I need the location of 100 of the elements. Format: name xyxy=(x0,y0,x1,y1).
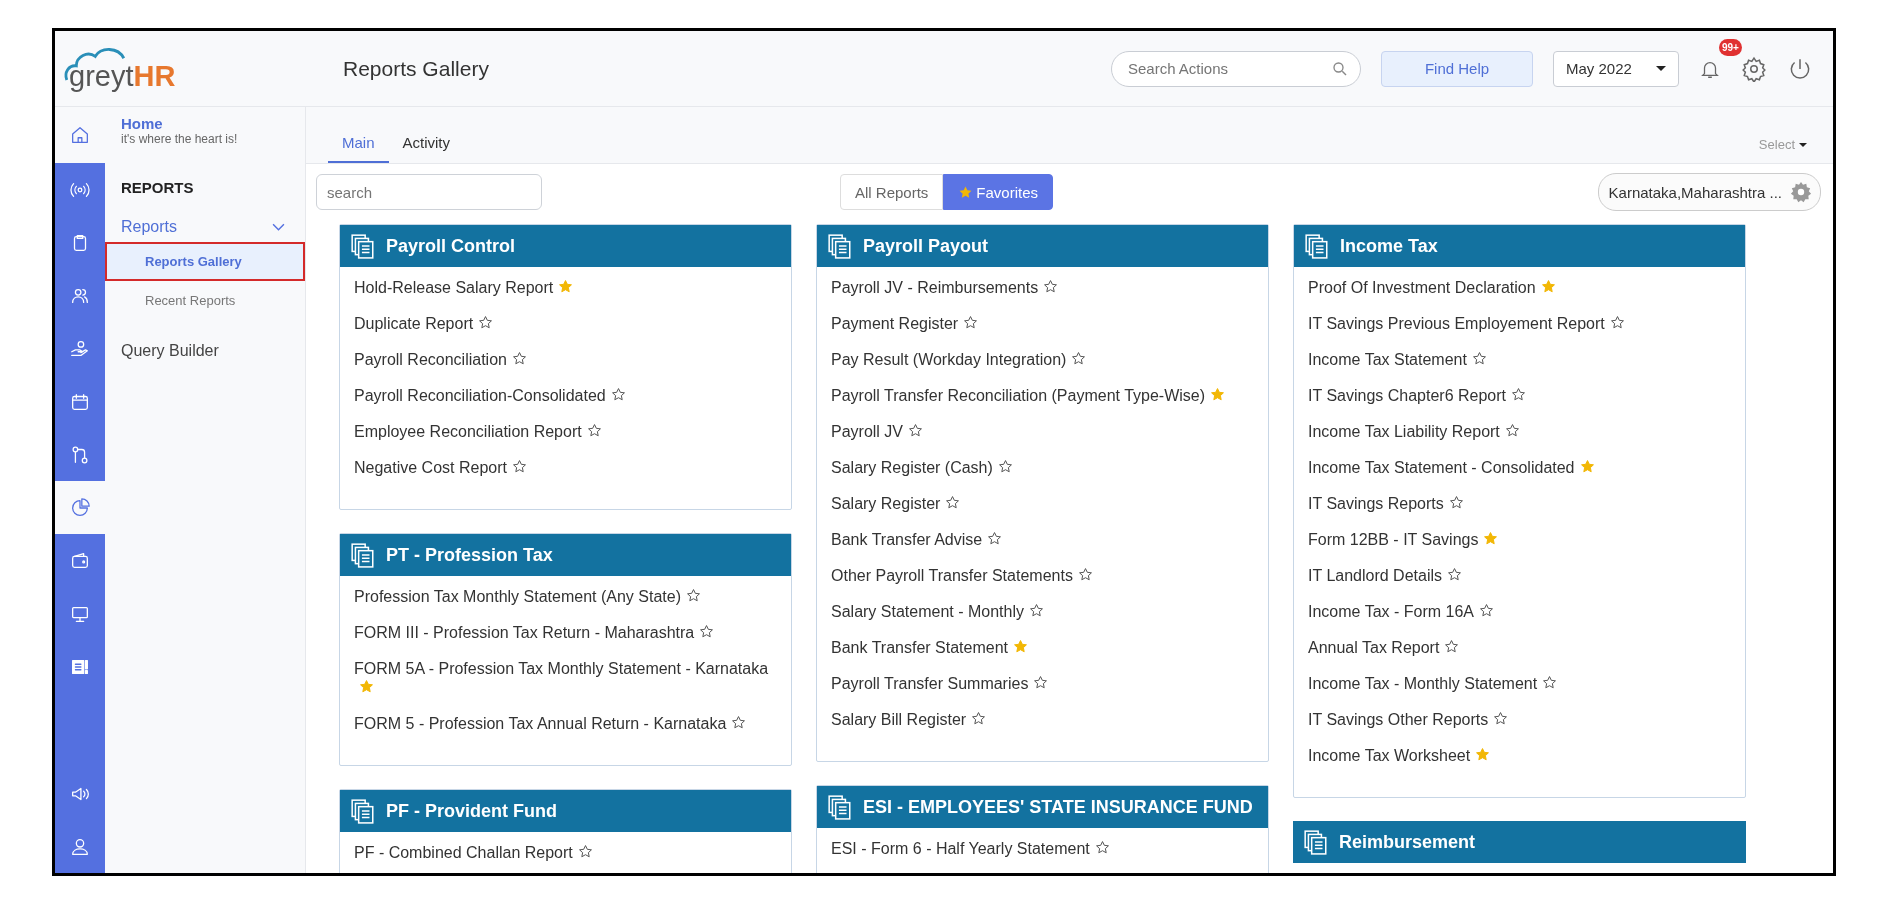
home-icon xyxy=(69,124,91,146)
report-link[interactable]: Payroll Reconciliation xyxy=(354,351,527,368)
star-outline-icon[interactable] xyxy=(1447,567,1462,582)
report-search-field[interactable]: search xyxy=(316,174,542,210)
documents-icon xyxy=(1304,232,1330,260)
home-link[interactable]: Home xyxy=(121,115,305,132)
home-subtitle: it's where the heart is! xyxy=(121,132,239,146)
report-link[interactable]: Negative Cost Report xyxy=(354,459,527,476)
settings-icon[interactable] xyxy=(1790,181,1812,203)
star-outline-icon[interactable] xyxy=(1094,840,1110,855)
report-link[interactable]: Salary Register (Cash) xyxy=(831,459,1013,476)
filled-star-icon[interactable] xyxy=(1579,459,1595,474)
star-outline-icon[interactable] xyxy=(1504,423,1520,438)
filled-star-icon[interactable] xyxy=(359,679,374,694)
report-link[interactable]: Duplicate Report xyxy=(354,315,494,332)
pie-chart-icon xyxy=(69,496,91,519)
report-link[interactable]: Employee Reconciliation Report xyxy=(354,423,602,440)
star-outline-icon[interactable] xyxy=(478,315,494,330)
star-outline-icon[interactable] xyxy=(1444,639,1460,654)
filled-star-icon[interactable] xyxy=(1210,387,1226,402)
star-outline-icon[interactable] xyxy=(1542,675,1558,690)
report-link[interactable]: Salary Bill Register xyxy=(831,711,987,728)
report-link[interactable]: FORM 5 - Profession Tax Annual Return - Karnataka xyxy=(354,715,747,732)
search-actions-field[interactable]: Search Actions xyxy=(1111,50,1361,87)
report-link[interactable]: Income Tax Liability Report xyxy=(1308,423,1520,440)
filled-star-icon[interactable] xyxy=(1475,747,1491,762)
search-icon xyxy=(1331,59,1349,78)
report-link[interactable]: Payroll JV xyxy=(831,423,924,440)
star-outline-icon[interactable] xyxy=(1033,675,1049,690)
report-link[interactable]: FORM III - Profession Tax Return - Maharashtra xyxy=(354,624,715,641)
star-outline-icon[interactable] xyxy=(997,459,1013,474)
filled-star-icon[interactable] xyxy=(1540,279,1556,294)
submenu-item[interactable]: Recent Reports xyxy=(105,281,305,320)
star-outline-icon[interactable] xyxy=(1511,387,1527,402)
report-link[interactable]: Income Tax - Monthly Statement xyxy=(1308,675,1558,692)
report-link[interactable]: Income Tax - Form 16A xyxy=(1308,603,1494,620)
star-outline-icon[interactable] xyxy=(963,315,979,330)
report-link[interactable]: Annual Tax Report xyxy=(1308,639,1460,656)
report-link[interactable]: Bank Transfer Advise xyxy=(831,531,1003,548)
report-link[interactable]: FORM 5A - Profession Tax Monthly Statement - Karnataka xyxy=(354,660,769,696)
submenu-item[interactable]: Reports Gallery xyxy=(105,242,305,281)
star-outline-icon[interactable] xyxy=(685,588,701,603)
star-outline-icon[interactable] xyxy=(908,423,924,438)
star-outline-icon[interactable] xyxy=(1077,567,1093,582)
star-outline-icon[interactable] xyxy=(586,423,602,438)
filter-toggle[interactable]: All Reports xyxy=(840,174,944,210)
star-outline-icon[interactable] xyxy=(1071,351,1087,366)
filled-star-icon[interactable] xyxy=(1013,639,1028,654)
report-link[interactable]: IT Savings Other Reports xyxy=(1308,711,1509,728)
report-link[interactable]: Salary Statement - Monthly xyxy=(831,603,1044,620)
star-outline-icon[interactable] xyxy=(1448,495,1464,510)
report-link[interactable]: Income Tax Statement - Consolidated xyxy=(1308,459,1595,476)
caret-icon xyxy=(1656,66,1666,71)
star-outline-icon[interactable] xyxy=(1609,315,1625,330)
reports-menu-item[interactable]: Reports xyxy=(105,212,305,242)
report-link[interactable]: Pay Result (Workday Integration) xyxy=(831,351,1087,368)
report-link[interactable]: Income Tax Worksheet xyxy=(1308,747,1491,764)
report-link[interactable]: Bank Transfer Statement xyxy=(831,639,1028,656)
report-link[interactable]: IT Savings Reports xyxy=(1308,495,1464,512)
star-outline-icon[interactable] xyxy=(699,624,715,639)
star-outline-icon[interactable] xyxy=(1493,711,1509,726)
report-link[interactable]: Form 12BB - IT Savings xyxy=(1308,531,1499,548)
report-link[interactable]: Payroll Transfer Summaries xyxy=(831,675,1049,692)
report-link[interactable]: Salary Register xyxy=(831,495,961,512)
report-link[interactable]: Payroll Reconciliation-Consolidated xyxy=(354,387,626,404)
report-link[interactable]: IT Savings Chapter6 Report xyxy=(1308,387,1527,404)
star-outline-icon[interactable] xyxy=(987,531,1003,546)
tab[interactable]: Activity xyxy=(388,126,465,163)
star-outline-icon[interactable] xyxy=(945,495,961,510)
sidebar-link[interactable]: Query Builder xyxy=(105,320,305,382)
star-outline-icon[interactable] xyxy=(1471,351,1487,366)
report-link[interactable]: IT Savings Previous Employement Report xyxy=(1308,315,1625,332)
find-help-button[interactable]: Find Help xyxy=(1381,50,1533,87)
period-dropdown[interactable]: May 2022 xyxy=(1553,50,1679,87)
star-outline-icon[interactable] xyxy=(1479,603,1494,618)
filled-star-icon[interactable] xyxy=(1483,531,1499,546)
report-link[interactable]: ESI - Form 6 - Half Yearly Statement xyxy=(831,840,1110,857)
location-selector[interactable]: Karnataka,Maharashtra ... xyxy=(1597,173,1821,211)
report-link[interactable]: IT Landlord Details xyxy=(1308,567,1462,584)
report-link[interactable]: Payment Register xyxy=(831,315,979,332)
star-outline-icon[interactable] xyxy=(511,351,527,366)
star-outline-icon[interactable] xyxy=(610,387,626,402)
star-outline-icon[interactable] xyxy=(731,715,747,730)
filled-star-icon[interactable] xyxy=(558,279,574,294)
report-link[interactable]: Proof Of Investment Declaration xyxy=(1308,279,1556,296)
star-outline-icon[interactable] xyxy=(511,459,527,474)
settings-icon[interactable] xyxy=(1741,55,1767,82)
report-link[interactable]: Payroll Transfer Reconciliation (Payment Type-Wise) xyxy=(831,387,1226,404)
star-outline-icon[interactable] xyxy=(971,711,987,726)
filter-toggle[interactable]: Favorites xyxy=(943,174,1054,210)
report-link[interactable]: Other Payroll Transfer Statements xyxy=(831,567,1093,584)
star-outline-icon[interactable] xyxy=(1043,279,1059,294)
star-icon xyxy=(958,184,974,200)
report-link[interactable]: Income Tax Statement xyxy=(1308,351,1487,368)
report-link[interactable]: Hold-Release Salary Report xyxy=(354,279,574,296)
report-link[interactable]: Payroll JV - Reimbursements xyxy=(831,279,1059,296)
report-link[interactable]: PF - Combined Challan Report xyxy=(354,844,593,861)
star-outline-icon[interactable] xyxy=(577,844,593,859)
report-link[interactable]: Profession Tax Monthly Statement (Any State) xyxy=(354,588,701,605)
star-outline-icon[interactable] xyxy=(1028,603,1044,618)
